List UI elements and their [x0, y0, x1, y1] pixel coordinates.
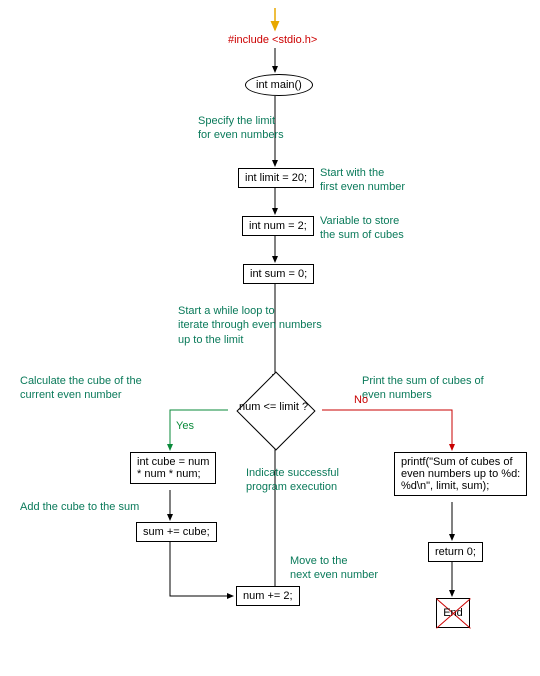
end-node: End [436, 598, 470, 628]
yes-label: Yes [176, 420, 194, 432]
return-node: return 0; [428, 542, 483, 562]
ann-loop: Start a while loop to iterate through ev… [178, 304, 322, 347]
printf-node: printf("Sum of cubes of even numbers up … [394, 452, 527, 496]
ann-cube: Calculate the cube of the current even n… [20, 374, 142, 403]
main-node: int main() [245, 74, 313, 96]
num-decl-node: int num = 2; [242, 216, 314, 236]
limit-decl-node: int limit = 20; [238, 168, 314, 188]
ann-limit: Specify the limit for even numbers [198, 114, 284, 143]
numinc-node: num += 2; [236, 586, 300, 606]
ann-var: Variable to store the sum of cubes [320, 214, 404, 243]
include-directive: #include <stdio.h> [228, 34, 317, 46]
ann-exec: Indicate successful program execution [246, 466, 339, 495]
no-label: No [354, 394, 368, 406]
ann-first: Start with the first even number [320, 166, 405, 195]
sumadd-node: sum += cube; [136, 522, 217, 542]
ann-next: Move to the next even number [290, 554, 378, 583]
ann-add: Add the cube to the sum [20, 500, 139, 514]
cube-node: int cube = num * num * num; [130, 452, 216, 484]
sum-decl-node: int sum = 0; [243, 264, 314, 284]
condition-node: num <= limit ? [236, 371, 315, 450]
ann-print: Print the sum of cubes of even numbers [362, 374, 484, 403]
